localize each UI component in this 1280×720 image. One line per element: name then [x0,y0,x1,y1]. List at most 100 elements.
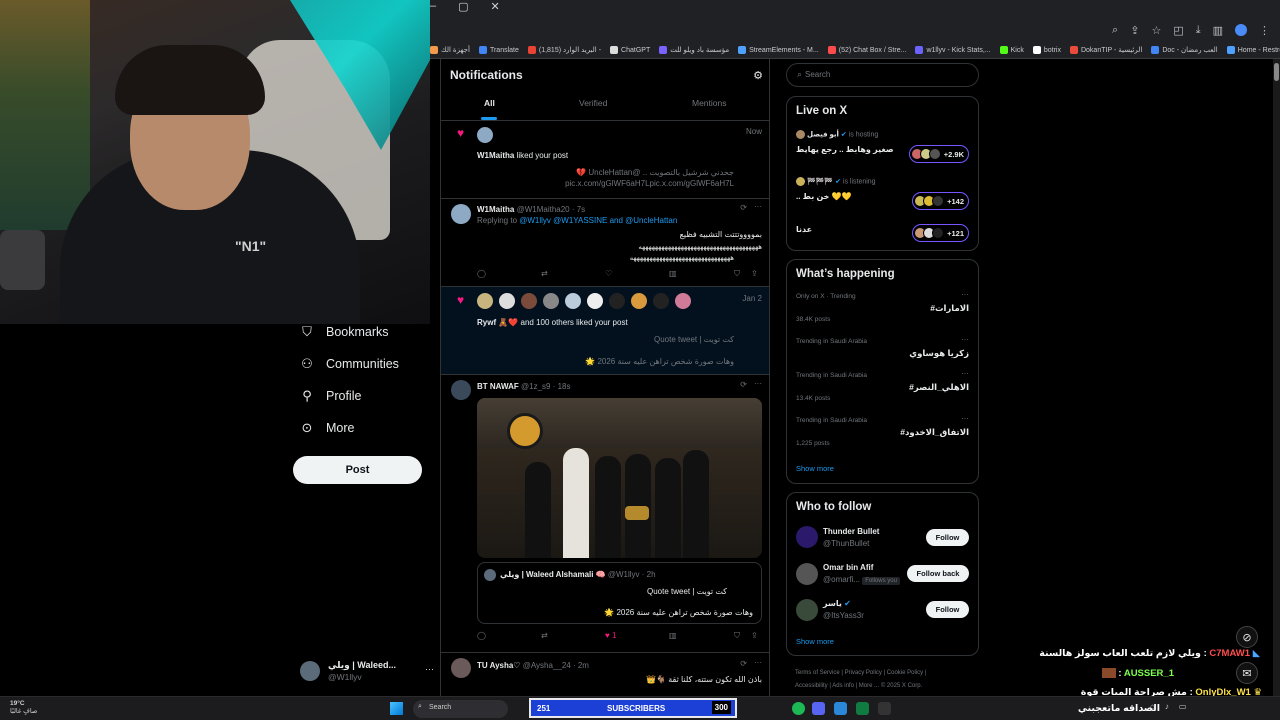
tab-mentions[interactable]: Mentions [692,98,727,108]
volume-icon[interactable]: ♪ [1165,702,1169,711]
bookmark-item[interactable]: Doc - العب رمضان [1151,46,1218,54]
download-icon[interactable]: ⤓ [1196,24,1201,37]
follow-name[interactable]: Thunder Bullet [823,527,879,536]
more-icon[interactable]: ··· [754,202,762,211]
bookmark-item[interactable]: Translate [478,46,519,54]
live-title[interactable]: عدنا [796,225,812,234]
repost-button[interactable]: ⇄ [541,269,548,278]
battery-icon[interactable]: ▭ [1179,702,1187,711]
bookmark-item[interactable]: StreamElements - M... [738,46,819,54]
search-input[interactable]: ⌕ Search [786,63,979,87]
nav-bookmarks[interactable]: ⛉ Bookmarks [300,324,388,339]
more-icon[interactable]: ··· [961,335,969,344]
share-icon[interactable]: ⇪ [751,631,758,640]
notification-like-group[interactable]: ♥ Jan 2 Rywf 🧸❤️ and 100 others liked yo… [441,287,769,375]
notification-reply[interactable]: W1Maitha @W1Maitha20 · 7s ⟳ ··· Replying… [441,199,769,287]
quote-post[interactable]: BT NAWAF @1z_s9 · 18s ⟳ ··· ويلي | Walee… [441,375,769,653]
reply-button[interactable]: ◯ [477,269,486,278]
bookmark-item[interactable]: (52) Chat Box / Stre... [827,46,906,54]
bookmark-item[interactable]: أجهزة الك [430,46,470,54]
tab-all[interactable]: All [484,98,495,108]
app-icon[interactable] [878,702,891,715]
post-button[interactable]: Post [293,456,422,484]
maximize-icon[interactable]: ▢ [458,0,468,13]
liker-name[interactable]: Rywf [477,318,496,327]
sidepanel-icon[interactable]: ▥ [1213,24,1223,37]
discord-icon[interactable] [812,702,825,715]
nav-more[interactable]: ⊙ More [300,420,355,435]
bookmark-item[interactable]: Kick [999,46,1024,54]
reply-author[interactable]: TU Aysha♡ [477,661,520,670]
footer-line[interactable]: Accessibility | Ads info | More ... © 20… [795,680,985,693]
nav-communities[interactable]: ⚇ Communities [300,356,399,371]
live-join-pill[interactable]: +2.9K [908,145,969,163]
follow-button[interactable]: Follow [926,529,969,546]
share-icon[interactable]: ⇪ [751,269,758,278]
close-icon[interactable]: ✕ [491,0,500,13]
grok-icon[interactable]: ⟳ [740,203,747,212]
spotify-icon[interactable] [792,702,805,715]
tab-verified[interactable]: Verified [579,98,607,108]
more-icon[interactable]: ··· [754,379,762,388]
like-button[interactable]: ♡ [605,269,612,278]
bookmark-item[interactable]: (1,815) البريد الوارد - [527,46,601,54]
extension-icon[interactable]: ◰ [1173,24,1183,37]
more-icon[interactable]: ··· [425,664,434,674]
follow-back-button[interactable]: Follow back [907,565,969,582]
more-icon[interactable]: ··· [961,414,969,423]
taskbar-search[interactable]: ⌕ Search [413,700,508,718]
nav-profile[interactable]: ⚲ Profile [300,388,361,403]
bookmark-item[interactable]: Home - Restream [1226,46,1280,54]
notification-reply[interactable]: TU Aysha♡ @Aysha__24 · 2m ⟳ ··· باذن الل… [441,653,769,696]
views-icon[interactable]: ▥ [669,269,677,278]
reply-author[interactable]: W1Maitha [477,205,514,214]
bookmark-item[interactable]: w1llyv - Kick Stats,... [915,46,991,54]
share-icon[interactable]: ⇪ [1130,24,1139,37]
footer-line[interactable]: Terms of Service | Privacy Policy | Cook… [795,667,985,680]
edge-icon[interactable] [834,702,847,715]
windows-start-icon[interactable] [390,702,403,715]
show-more-link[interactable]: Show more [796,637,834,646]
notification-like[interactable]: ♥ Now W1Maitha liked your post جحدني شرش… [441,121,769,199]
zoom-icon[interactable]: ⌕ [1112,24,1118,37]
star-icon[interactable]: ☆ [1151,24,1161,37]
quoted-post[interactable]: ويلي | Waleed Alshamali 🧠 @W1llyv · 2h ك… [477,562,762,624]
live-title[interactable]: صغير وهابط .. رجع يهايط [796,145,894,154]
post-photo[interactable] [477,398,762,558]
repost-button[interactable]: ⇄ [541,631,548,640]
more-icon[interactable]: ··· [961,369,969,378]
follow-button[interactable]: Follow [926,601,969,618]
liked-post-link[interactable]: pic.x.com/gGlWF6aH7Lpic.x.com/gGlWF6aH7L [565,179,734,188]
live-title[interactable]: 💛💛 خن بط .. [796,192,852,201]
like-button[interactable]: ♥ 1 [605,631,616,640]
liker-name[interactable]: W1Maitha [477,151,514,160]
bookmark-icon[interactable]: ⛉ [734,631,740,641]
page-scrollbar[interactable] [1273,59,1280,696]
bookmark-item[interactable]: botrix [1032,46,1061,54]
reply-button[interactable]: ◯ [477,631,486,640]
live-join-pill[interactable]: +121 [912,224,969,242]
bookmark-item[interactable]: ChatGPT [610,46,650,54]
bookmark-icon[interactable]: ⛉ [734,269,740,279]
more-icon[interactable]: ··· [961,290,969,299]
menu-icon[interactable]: ⋮ [1259,24,1270,37]
replying-to[interactable]: @W1llyv @W1YASSINE and @UncleHattan [519,216,677,225]
views-icon[interactable]: ▥ [669,631,677,640]
weather-widget[interactable]: 19°C صافٍ غالبًا [10,700,37,716]
profile-avatar[interactable] [1235,24,1247,36]
grok-icon[interactable]: ⊘ [1236,626,1258,648]
minimize-icon[interactable]: – [430,0,436,13]
grok-icon[interactable]: ⟳ [740,659,747,668]
grok-icon[interactable]: ⟳ [740,380,747,389]
messages-icon[interactable]: ✉ [1236,662,1258,684]
more-icon[interactable]: ··· [754,658,762,667]
post-author[interactable]: BT NAWAF [477,382,519,391]
bookmark-item[interactable]: مؤسسة باد ويلو للت [659,46,729,54]
gear-icon[interactable]: ⚙ [753,69,763,82]
bookmark-item[interactable]: DokanTIP - الرئيسية [1069,46,1142,54]
show-more-link[interactable]: Show more [796,464,834,473]
excel-icon[interactable] [856,702,869,715]
follow-name[interactable]: ياسر ✔ [823,599,851,608]
scrollbar-thumb[interactable] [1274,63,1279,81]
account-switcher[interactable]: ويلي | Waleed... @W1llyv ··· [300,658,434,684]
